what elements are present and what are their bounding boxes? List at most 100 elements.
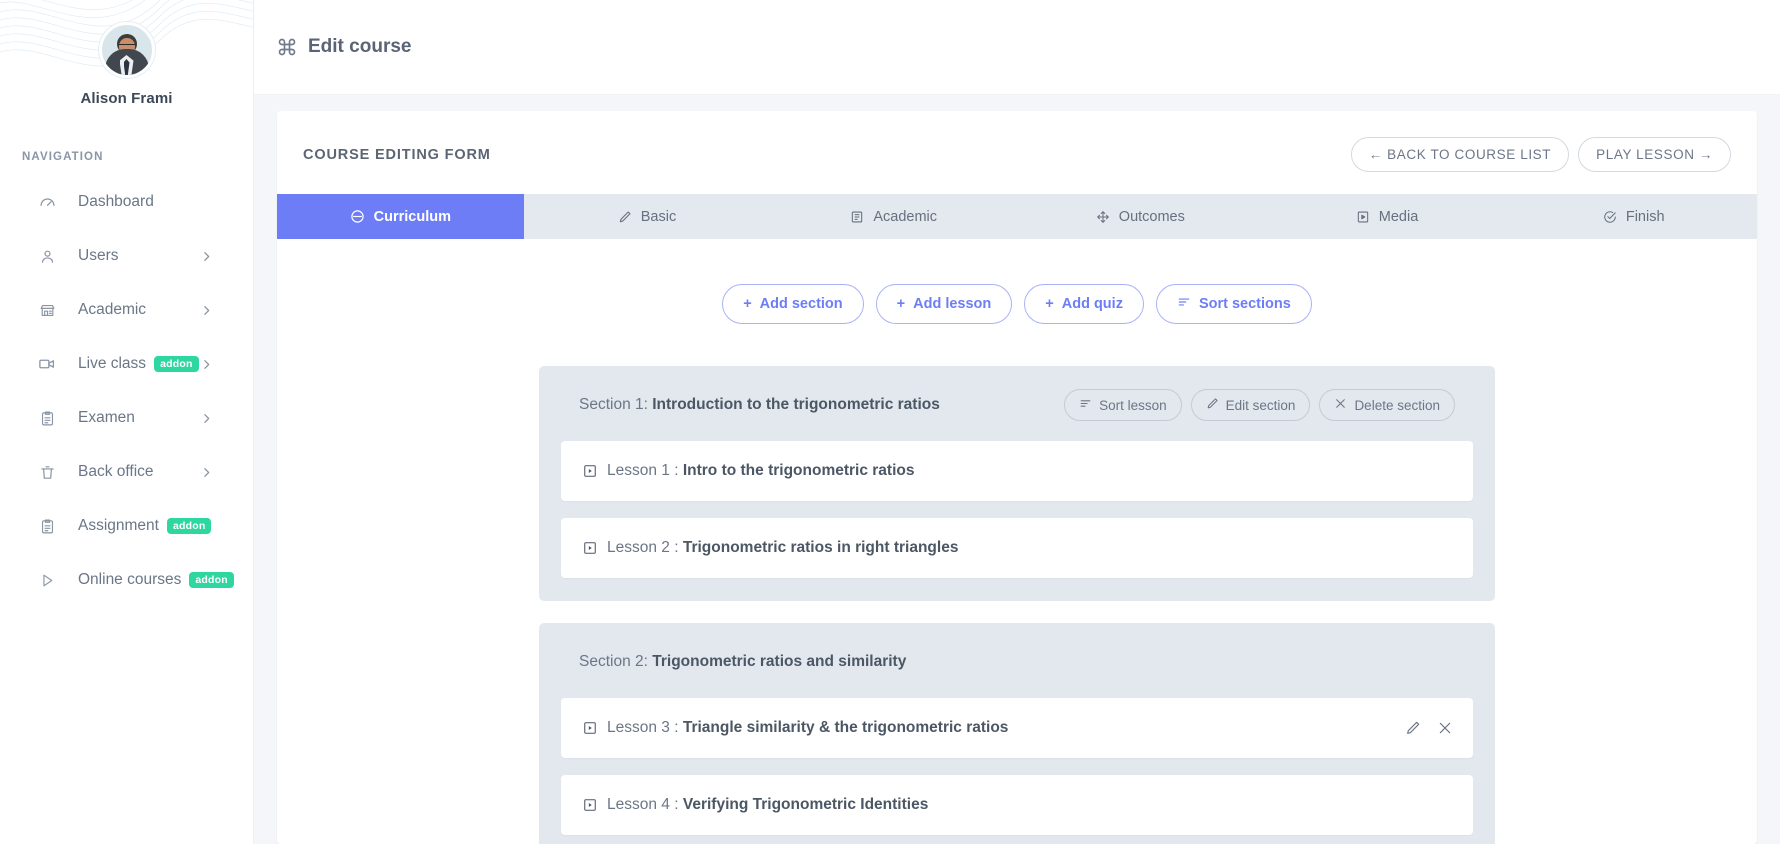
section-prefix: Section 1: [579, 396, 648, 413]
tab-finish[interactable]: Finish [1510, 194, 1757, 239]
close-icon [1334, 397, 1347, 413]
section-name: Introduction to the trigonometric ratios [652, 396, 940, 413]
profile-name: Alison Frami [0, 90, 253, 107]
media-icon [1356, 210, 1370, 224]
sidebar-item-live-class[interactable]: Live class addon [0, 337, 253, 391]
play-lesson-button[interactable]: PLAY LESSON → [1578, 137, 1731, 172]
video-lesson-icon [583, 798, 597, 812]
tab-curriculum[interactable]: Curriculum [277, 194, 524, 239]
curriculum-icon [350, 209, 365, 224]
add-lesson-button[interactable]: + Add lesson [876, 284, 1013, 324]
back-to-course-list-button[interactable]: ← BACK TO COURSE LIST [1351, 137, 1569, 172]
add-section-button[interactable]: + Add section [722, 284, 863, 324]
addon-badge: addon [167, 518, 212, 534]
video-lesson-icon [583, 464, 597, 478]
button-label: Edit section [1226, 398, 1296, 413]
lesson-title: Trigonometric ratios in right triangles [683, 539, 959, 556]
page-title: Edit course [308, 36, 411, 58]
addon-badge: addon [154, 356, 199, 372]
button-label: Sort lesson [1099, 398, 1167, 413]
sidebar-nav: Dashboard Users Academic [0, 175, 253, 607]
chevron-right-icon [200, 466, 213, 479]
tab-label: Outcomes [1119, 209, 1185, 225]
video-lesson-icon [583, 721, 597, 735]
sidebar-item-label: Dashboard [78, 193, 154, 211]
tab-academic[interactable]: Academic [770, 194, 1017, 239]
tab-media[interactable]: Media [1264, 194, 1511, 239]
lesson-row[interactable]: Lesson 4 : Verifying Trigonometric Ident… [561, 775, 1473, 835]
lesson-prefix: Lesson 2 : [607, 539, 679, 556]
chevron-right-icon [200, 304, 213, 317]
sidebar-profile: Alison Frami [0, 0, 253, 107]
lesson-prefix: Lesson 4 : [607, 796, 679, 813]
tab-label: Media [1379, 209, 1419, 225]
lesson-row[interactable]: Lesson 3 : Triangle similarity & the tri… [561, 698, 1473, 758]
play-icon [36, 572, 58, 589]
sidebar-item-online-courses[interactable]: Online courses addon [0, 553, 253, 607]
add-quiz-button[interactable]: + Add quiz [1024, 284, 1144, 324]
tab-bar: Curriculum Basic Academic [277, 194, 1757, 239]
lesson-title: Triangle similarity & the trigonometric … [683, 719, 1009, 736]
sidebar-item-users[interactable]: Users [0, 229, 253, 283]
button-label: Add quiz [1062, 296, 1123, 312]
chevron-right-icon [200, 358, 213, 371]
tab-label: Basic [641, 209, 676, 225]
sidebar-item-label: Back office [78, 463, 154, 481]
sort-sections-button[interactable]: Sort sections [1156, 284, 1312, 324]
book-icon [850, 210, 864, 224]
navigation-heading: NAVIGATION [22, 151, 253, 163]
sidebar-item-assignment[interactable]: Assignment addon [0, 499, 253, 553]
sidebar-item-label: Examen [78, 409, 135, 427]
button-label: Delete section [1354, 398, 1440, 413]
tab-outcomes[interactable]: Outcomes [1017, 194, 1264, 239]
sort-icon [1079, 397, 1092, 413]
delete-lesson-icon[interactable] [1437, 720, 1453, 736]
card-header-actions: ← BACK TO COURSE LIST PLAY LESSON → [1351, 137, 1731, 172]
sidebar-item-label: Online courses [78, 571, 181, 589]
video-camera-icon [36, 355, 58, 373]
curriculum-panel: + Add section + Add lesson + Add quiz [277, 239, 1757, 844]
content-wrapper: COURSE EDITING FORM ← BACK TO COURSE LIS… [254, 95, 1780, 844]
lesson-title: Verifying Trigonometric Identities [683, 796, 928, 813]
section-title: Section 1: Introduction to the trigonome… [579, 396, 940, 414]
edit-section-button[interactable]: Edit section [1191, 389, 1311, 421]
lesson-list: Lesson 1 : Intro to the trigonometric ra… [561, 441, 1473, 578]
edit-lesson-icon[interactable] [1405, 720, 1421, 736]
pencil-icon [618, 210, 632, 224]
button-label: Add section [760, 296, 843, 312]
sidebar-item-academic[interactable]: Academic [0, 283, 253, 337]
bank-icon [36, 302, 58, 319]
lesson-tools [1405, 720, 1453, 736]
button-label: Add lesson [913, 296, 991, 312]
sections-list: Section 1: Introduction to the trigonome… [277, 366, 1757, 844]
app-root: Alison Frami NAVIGATION Dashboard Users [0, 0, 1780, 844]
avatar [99, 22, 155, 78]
main-area: Edit course COURSE EDITING FORM ← BACK T… [254, 0, 1780, 844]
command-icon [277, 37, 297, 57]
delete-section-button[interactable]: Delete section [1319, 389, 1455, 421]
sidebar-item-back-office[interactable]: Back office [0, 445, 253, 499]
section-header: Section 2: Trigonometric ratios and simi… [561, 645, 1473, 679]
sidebar-item-label: Live class [78, 355, 146, 373]
lesson-label: Lesson 2 : Trigonometric ratios in right… [607, 539, 958, 557]
tab-label: Academic [873, 209, 937, 225]
lesson-title: Intro to the trigonometric ratios [683, 462, 915, 479]
curriculum-toolbar: + Add section + Add lesson + Add quiz [277, 284, 1757, 324]
sidebar-item-examen[interactable]: Examen [0, 391, 253, 445]
plus-icon: + [897, 296, 905, 312]
clipboard-icon [36, 410, 58, 427]
tab-basic[interactable]: Basic [524, 194, 771, 239]
lesson-row[interactable]: Lesson 2 : Trigonometric ratios in right… [561, 518, 1473, 578]
user-icon [36, 248, 58, 265]
sidebar: Alison Frami NAVIGATION Dashboard Users [0, 0, 254, 844]
sidebar-item-label: Academic [78, 301, 146, 319]
plus-icon: + [743, 296, 751, 312]
sidebar-item-dashboard[interactable]: Dashboard [0, 175, 253, 229]
sort-lesson-button[interactable]: Sort lesson [1064, 389, 1182, 421]
lesson-row[interactable]: Lesson 1 : Intro to the trigonometric ra… [561, 441, 1473, 501]
section-actions: Sort lesson Edit section [1064, 389, 1455, 421]
addon-badge: addon [189, 572, 234, 588]
top-bar: Edit course [254, 0, 1780, 95]
section-title: Section 2: Trigonometric ratios and simi… [579, 653, 906, 671]
section-prefix: Section 2: [579, 653, 648, 670]
